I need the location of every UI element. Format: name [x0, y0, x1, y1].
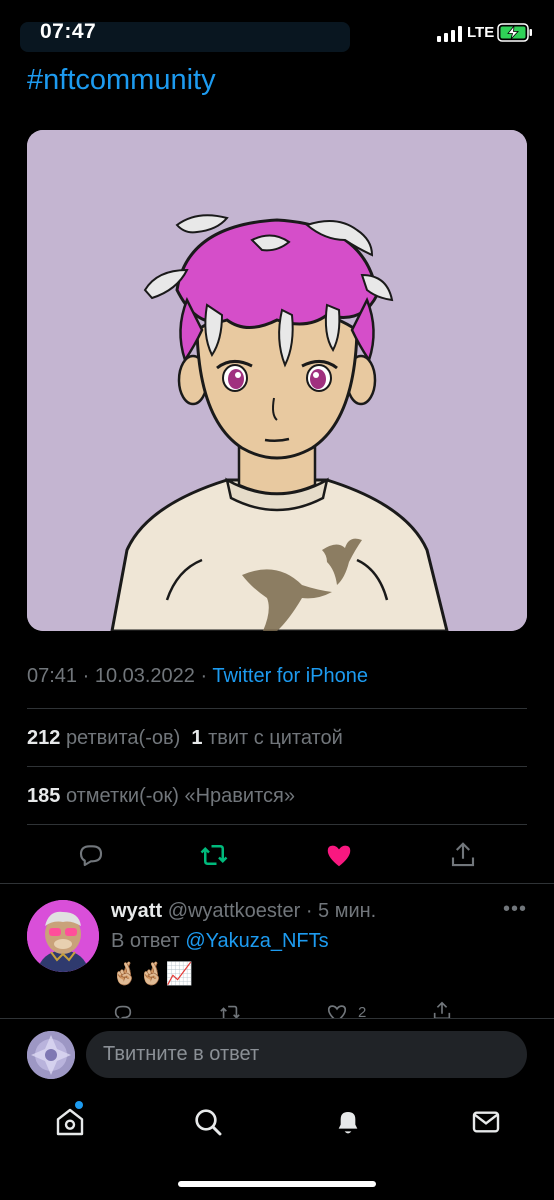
reply-author-handle[interactable]: @wyattkoester [168, 900, 301, 922]
quotes-label: твит с цитатой [208, 727, 343, 749]
likes-label: отметки(-ок) «Нравится» [65, 785, 295, 807]
divider [27, 708, 527, 709]
reply-text: 🤞🏼🤞🏼📈 [111, 961, 194, 986]
more-options-icon[interactable]: ••• [503, 898, 527, 921]
search-icon[interactable] [192, 1106, 224, 1138]
replying-to-mention[interactable]: @Yakuza_NFTs [185, 930, 328, 952]
home-indicator [178, 1181, 376, 1187]
tweet-timestamp-line: 07:41 · 10.03.2022 · Twitter for iPhone [27, 665, 368, 688]
reply-icon[interactable] [76, 840, 106, 870]
reply-header: wyatt @wyattkoester · 5 мин. [111, 900, 376, 923]
share-icon[interactable] [448, 840, 478, 870]
nft-character-illustration [27, 130, 527, 631]
likes-stats[interactable]: 185 отметки(-ок) «Нравится» [27, 785, 295, 808]
reply-time: · 5 мин. [300, 900, 377, 922]
current-user-avatar[interactable] [27, 1031, 75, 1079]
reply-author-name[interactable]: wyatt [111, 900, 162, 922]
divider [27, 766, 527, 767]
like-icon-filled[interactable] [324, 840, 354, 870]
tweet-source-link[interactable]: Twitter for iPhone [212, 665, 368, 687]
divider [0, 883, 554, 884]
likes-count: 185 [27, 785, 61, 807]
network-label: LTE [467, 24, 495, 41]
retweet-stats[interactable]: 212 ретвита(-ов) 1 твит с цитатой [27, 727, 343, 750]
battery-charging-icon [497, 23, 532, 42]
notifications-icon[interactable] [332, 1106, 364, 1138]
retweets-count: 212 [27, 727, 61, 749]
quotes-count: 1 [191, 727, 203, 749]
home-notification-dot [75, 1101, 83, 1109]
reply-input[interactable] [86, 1031, 527, 1078]
reply-author-avatar[interactable] [27, 900, 99, 972]
replying-to-label: В ответ [111, 930, 186, 952]
retweet-icon[interactable] [199, 840, 229, 870]
tweet-timestamp: 07:41 · 10.03.2022 · [27, 665, 213, 687]
retweets-label: ретвита(-ов) [65, 727, 181, 749]
tweet-image-anime-avatar[interactable] [27, 130, 527, 631]
tweet-hashtag-link[interactable]: #nftcommunity [27, 64, 216, 97]
replying-to-line: В ответ @Yakuza_NFTs [111, 930, 329, 953]
divider [27, 824, 527, 825]
status-bar: 07:47 LTE [0, 0, 554, 64]
signal-icon [437, 26, 462, 42]
home-icon[interactable] [54, 1106, 86, 1138]
messages-icon[interactable] [470, 1106, 502, 1138]
status-time: 07:47 [40, 20, 97, 43]
